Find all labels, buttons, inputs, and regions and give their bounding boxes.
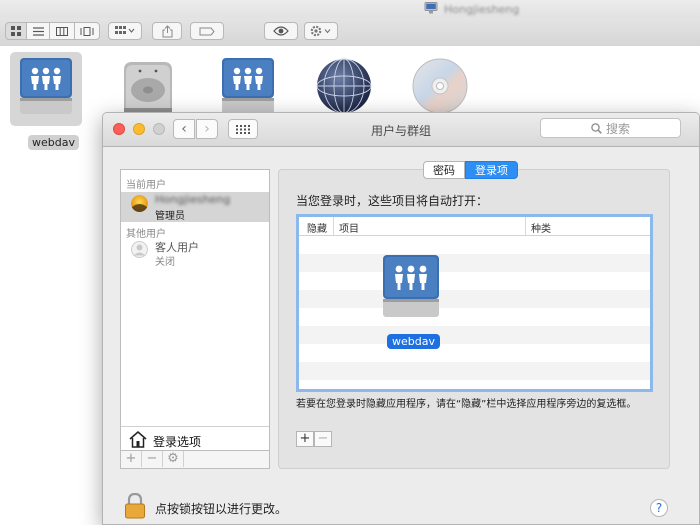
column-header-kind[interactable]: 种类 — [531, 220, 551, 235]
column-header-hide[interactable]: 隐藏 — [307, 220, 327, 235]
login-items-pane: 当您登录时，这些项目将自动打开： 隐藏 项目 种类 webdav 若要在您登录时… — [278, 169, 670, 469]
dragged-network-share-icon — [383, 255, 439, 317]
current-users-label: 当前用户 — [126, 180, 166, 191]
login-options-row[interactable]: 登录选项 — [121, 426, 269, 453]
column-divider — [333, 217, 334, 235]
column-view-button[interactable] — [49, 22, 75, 40]
network-share-icon — [20, 58, 72, 114]
tab-login-items[interactable]: 登录项 — [465, 161, 518, 179]
user-settings-gear-icon[interactable]: ⚙ — [163, 451, 184, 467]
current-user-name: Hongjiesheng — [155, 193, 231, 206]
gear-icon — [310, 25, 331, 37]
coverflow-icon — [80, 26, 94, 36]
house-icon — [129, 431, 147, 448]
users-groups-window: ‹ › 用户与群组 搜索 当前用户 Hongjiesheng 管理员 其他用户 … — [102, 112, 700, 525]
add-remove-controls: + − — [296, 431, 332, 447]
arrange-icon — [115, 26, 135, 34]
user-row-current[interactable]: Hongjiesheng 管理员 — [121, 192, 269, 222]
tag-icon — [199, 27, 215, 35]
avatar — [131, 195, 148, 212]
eye-icon — [273, 26, 289, 36]
arrange-button[interactable] — [108, 22, 142, 40]
finder-title-bar: Hongjiesheng — [0, 0, 700, 18]
lock-message: 点按锁按钮以进行更改。 — [155, 502, 288, 516]
table-row — [299, 254, 650, 272]
grid-icon — [11, 26, 21, 36]
list-icon — [32, 26, 44, 36]
computer-name: Hongjiesheng — [444, 3, 520, 16]
login-options-label: 登录选项 — [153, 435, 202, 449]
table-row — [299, 290, 650, 308]
help-button[interactable]: ? — [650, 499, 668, 517]
dragged-item-label: webdav — [387, 334, 440, 349]
webdav-share-icon[interactable] — [10, 52, 82, 126]
add-user-button[interactable]: + — [121, 451, 142, 467]
table-header: 隐藏 项目 种类 — [299, 217, 650, 236]
computer-icon — [424, 2, 438, 14]
remove-user-button[interactable]: − — [142, 451, 163, 467]
add-login-item-button[interactable]: + — [296, 431, 314, 447]
table-row — [299, 326, 650, 344]
column-header-item[interactable]: 项目 — [339, 220, 359, 235]
quick-look-button[interactable] — [264, 22, 298, 40]
search-input[interactable]: 搜索 — [540, 118, 681, 138]
user-row-guest[interactable]: 客人用户 关闭 — [121, 238, 269, 268]
share-button[interactable] — [152, 22, 182, 40]
current-user-role: 管理员 — [155, 211, 185, 222]
table-row — [299, 362, 650, 380]
coverflow-view-button[interactable] — [74, 22, 100, 40]
list-view-button[interactable] — [26, 22, 50, 40]
users-sidebar: 当前用户 Hongjiesheng 管理员 其他用户 客人用户 关闭 登录选项 … — [120, 169, 270, 469]
search-placeholder: 搜索 — [605, 121, 630, 136]
login-items-heading: 当您登录时，这些项目将自动打开： — [296, 194, 489, 208]
guest-avatar-icon — [131, 241, 148, 258]
tab-bar: 密码 登录项 — [423, 161, 518, 179]
remove-login-item-button[interactable]: − — [314, 431, 332, 447]
guest-user-status: 关闭 — [155, 257, 175, 268]
icon-view-button[interactable] — [5, 22, 27, 40]
hide-hint-text: 若要在您登录时隐藏应用程序，请在“隐藏”栏中选择应用程序旁边的复选框。 — [296, 399, 637, 410]
login-items-table[interactable]: 隐藏 项目 种类 webdav — [296, 214, 653, 392]
action-button[interactable] — [304, 22, 338, 40]
finder-toolbar — [0, 18, 700, 47]
tags-button[interactable] — [190, 22, 224, 40]
selected-icon-label: webdav — [28, 135, 79, 150]
lock-icon[interactable] — [124, 493, 146, 519]
sidebar-footer: + − ⚙ — [121, 450, 269, 468]
window-titlebar[interactable]: ‹ › 用户与群组 搜索 — [103, 113, 699, 147]
tab-password[interactable]: 密码 — [423, 161, 465, 179]
columns-icon — [56, 26, 68, 36]
column-divider — [525, 217, 526, 235]
share-icon — [162, 24, 172, 37]
search-icon — [591, 122, 602, 134]
